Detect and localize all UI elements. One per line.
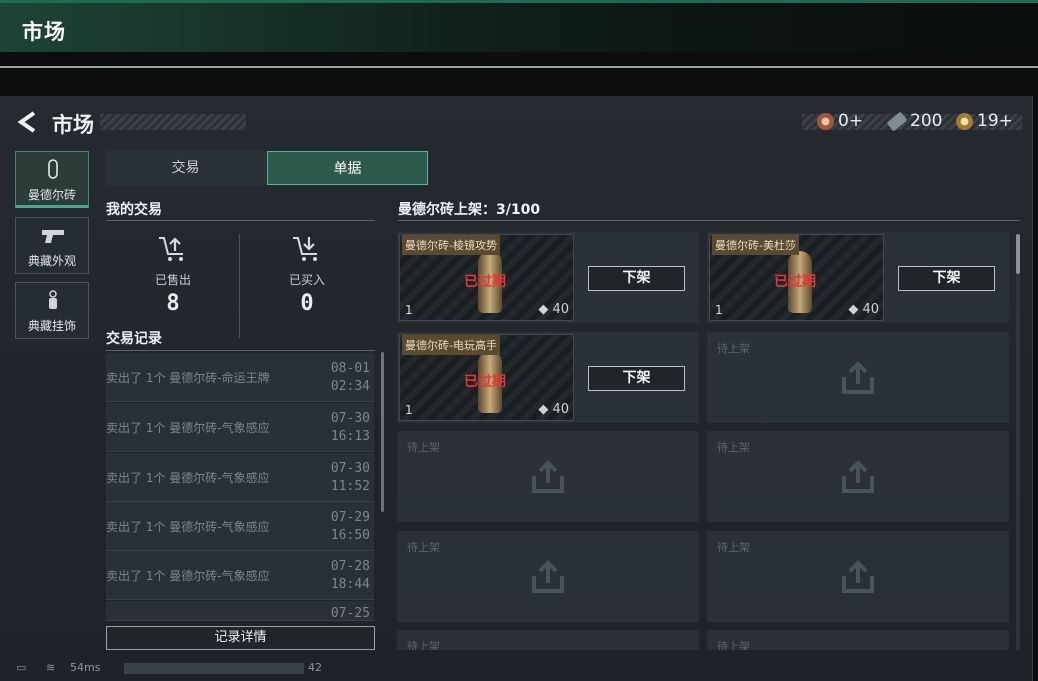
charm-icon xyxy=(49,290,57,309)
back-arrow-icon[interactable] xyxy=(16,110,38,134)
history-row: 卖出了 1个 曼德尔砖-气象感应 07-30 11:52 xyxy=(106,453,374,502)
cart-download-icon xyxy=(293,237,317,261)
history-row: 卖出了 1个 曼德尔砖-气象感应 07-30 16:13 xyxy=(106,403,374,452)
category-brick[interactable]: 曼德尔砖 xyxy=(15,151,89,208)
my-trades-title: 我的交易 xyxy=(106,202,162,218)
expired-label: 已过期 xyxy=(464,274,506,290)
brick-icon xyxy=(48,159,58,179)
empty-slot[interactable]: 待上架 xyxy=(707,630,1009,650)
history-detail-button[interactable]: 记录详情 xyxy=(106,626,375,650)
cash-icon: ◆ xyxy=(538,402,553,417)
uid-suffix: 42 xyxy=(308,661,322,674)
listing-slot: 曼德尔砖-棱镜攻势 已过期 1 ◆ 40 下架 xyxy=(397,232,699,323)
top-bar: 市场 xyxy=(0,0,1038,52)
empty-slot[interactable]: 待上架 xyxy=(397,431,699,522)
item-image: 曼德尔砖-电玩高手 已过期 1 ◆ 40 xyxy=(399,334,574,421)
category-label: 曼德尔砖 xyxy=(27,188,76,202)
empty-slot[interactable]: 待上架 xyxy=(707,431,1009,522)
upload-icon xyxy=(842,460,874,493)
cash-icon: ◆ xyxy=(538,302,553,317)
item-name: 曼德尔砖-美杜莎 xyxy=(712,235,799,255)
item-qty: 1 xyxy=(405,403,413,417)
page-title: 市场 xyxy=(52,113,94,137)
item-price: ◆ 40 xyxy=(848,302,879,317)
cash-icon xyxy=(886,111,908,131)
history-row: 卖出了 1个 曼德尔砖-命运王牌 08-01 02:34 xyxy=(106,353,374,402)
category-label: 典藏挂饰 xyxy=(27,319,76,333)
divider xyxy=(239,234,240,338)
bought-stat: 已买入 0 xyxy=(242,235,372,316)
item-name: 曼德尔砖-电玩高手 xyxy=(402,335,500,355)
listings-scrollbar[interactable] xyxy=(1016,234,1020,274)
header-decoration xyxy=(100,114,246,130)
upload-icon xyxy=(842,361,874,394)
tab-orders[interactable]: 单据 xyxy=(267,151,428,185)
uid-blur xyxy=(124,663,304,674)
sold-value: 8 xyxy=(166,291,180,316)
upload-icon xyxy=(532,460,564,493)
unlist-button[interactable]: 下架 xyxy=(898,266,995,291)
empty-slot[interactable]: 待上架 xyxy=(707,332,1009,423)
listing-slot: 曼德尔砖-美杜莎 已过期 1 ◆ 40 下架 xyxy=(707,232,1009,323)
window-title: 市场 xyxy=(22,20,66,44)
upload-icon xyxy=(842,560,874,593)
sold-stat: 已售出 8 xyxy=(108,235,238,316)
gold-coin-icon xyxy=(956,112,973,130)
currency-cash: 200 xyxy=(886,111,942,131)
divider xyxy=(106,350,375,351)
listing-slot: 曼德尔砖-电玩高手 已过期 1 ◆ 40 下架 xyxy=(397,332,699,423)
upload-icon xyxy=(532,560,564,593)
category-label: 典藏外观 xyxy=(27,254,76,268)
divider xyxy=(0,66,1038,68)
empty-slot[interactable]: 待上架 xyxy=(397,630,699,650)
item-qty: 1 xyxy=(405,303,413,317)
wifi-icon: ≋ xyxy=(46,661,56,674)
item-price: ◆ 40 xyxy=(538,402,569,417)
item-price: ◆ 40 xyxy=(538,302,569,317)
tab-trade[interactable]: 交易 xyxy=(105,151,266,185)
expired-label: 已过期 xyxy=(464,374,506,390)
sold-label: 已售出 xyxy=(154,273,191,287)
battery-icon: ▭ xyxy=(16,661,27,674)
item-image: 曼德尔砖-美杜莎 已过期 1 ◆ 40 xyxy=(709,234,884,321)
history-title: 交易记录 xyxy=(106,331,162,347)
expired-label: 已过期 xyxy=(774,274,816,290)
pistol-icon xyxy=(42,230,64,243)
ping-label: 54ms xyxy=(70,661,101,674)
empty-slot[interactable]: 待上架 xyxy=(397,531,699,622)
divider xyxy=(106,220,375,221)
history-scrollbar[interactable] xyxy=(381,352,384,512)
currency-gold: 19+ xyxy=(956,111,1013,131)
item-qty: 1 xyxy=(715,303,723,317)
bought-value: 0 xyxy=(300,291,314,316)
empty-slot[interactable]: 待上架 xyxy=(707,531,1009,622)
history-row: 07-25 xyxy=(106,601,374,621)
divider xyxy=(398,220,1020,221)
listings-scroll-track[interactable] xyxy=(1016,234,1020,650)
tab-bar: 交易 单据 xyxy=(105,151,428,185)
category-charm[interactable]: 典藏挂饰 xyxy=(15,282,89,339)
history-row: 卖出了 1个 曼德尔砖-气象感应 07-28 18:44 xyxy=(106,551,374,600)
item-name: 曼德尔砖-棱镜攻势 xyxy=(402,235,500,255)
listings-title: 曼德尔砖上架：3/100 xyxy=(398,202,541,218)
bronze-coin-icon xyxy=(817,112,834,130)
unlist-button[interactable]: 下架 xyxy=(588,366,685,391)
cash-icon: ◆ xyxy=(848,302,863,317)
item-image: 曼德尔砖-棱镜攻势 已过期 1 ◆ 40 xyxy=(399,234,574,321)
unlist-button[interactable]: 下架 xyxy=(588,266,685,291)
history-row: 卖出了 1个 曼德尔砖-气象感应 07-29 16:50 xyxy=(106,502,374,551)
cart-upload-icon xyxy=(159,237,183,261)
bought-label: 已买入 xyxy=(288,273,325,287)
category-skin[interactable]: 典藏外观 xyxy=(15,217,89,274)
currency-bronze: 0+ xyxy=(817,111,863,131)
